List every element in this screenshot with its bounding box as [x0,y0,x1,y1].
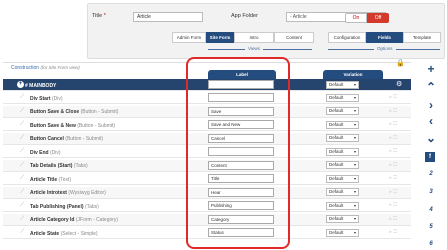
variation-select[interactable]: Default ▾ [326,215,359,223]
construction-title: Construction (for Site Form view) [11,65,80,71]
edit-icon[interactable]: ⟋ [20,162,24,169]
level-5-button[interactable]: 5 [426,224,436,230]
add-icon[interactable]: + [17,81,24,88]
chevron-down-icon: ▾ [353,189,356,194]
chevron-down-icon: ▾ [353,94,356,100]
tab-fields[interactable]: Fields [366,32,403,43]
edit-icon[interactable]: ⟋ [20,189,24,196]
edit-icon[interactable]: ⟋ [20,121,24,128]
chevron-left-icon[interactable]: ‹ [424,114,438,128]
drag-handle-icon[interactable]: ⫸ ☐ [389,94,397,100]
drag-handle-icon[interactable]: ⫸ ☐ [389,189,397,195]
drag-handle-icon[interactable]: ⫸ ☐ [389,108,397,114]
tab-admin-form[interactable]: Admin Form [172,32,206,43]
chevron-down-icon: ▾ [353,162,356,167]
plus-icon[interactable]: + [424,62,438,76]
drag-handle-icon[interactable]: ⫸ ☐ [389,121,397,127]
edit-icon[interactable]: ⟋ [20,175,24,182]
edit-icon[interactable]: ⟋ [20,216,24,223]
variation-select[interactable]: Default ▾ [326,107,359,115]
variation-select[interactable]: Default ▾ [326,174,359,183]
off-button[interactable]: Off [367,13,389,23]
chevron-down-icon: ▾ [353,108,356,113]
format-icon[interactable]: f [425,152,435,162]
row-name: Button Save & Close (Button - Submit) [30,109,119,115]
drag-handle-icon[interactable]: ⫸ ☐ [389,148,397,154]
lock-icon[interactable]: 🔒 [396,59,405,67]
row-name: Button Save & New (Button - Submit) [30,122,116,129]
chevron-down-icon[interactable]: ⌄ [424,131,438,145]
variation-column-header: Variation [323,70,383,79]
row-name: Article Introtext (Wysiwyg Editor) [30,190,106,196]
row-name: # MAINBODY [25,82,57,89]
chevron-down-icon: ▾ [353,229,356,235]
variation-select[interactable]: Default ▾ [326,161,359,169]
chevron-down-icon: ▾ [353,148,356,154]
variation-select[interactable]: Default ▾ [326,201,359,210]
variation-select[interactable]: Default ▾ [326,93,359,102]
chevron-down-icon: ▾ [353,202,356,208]
drag-handle-icon[interactable]: ⫸ ☐ [389,229,397,235]
edit-icon[interactable]: ⟋ [20,202,24,209]
variation-select[interactable]: Default ▾ [326,147,359,156]
chevron-up-icon[interactable]: ⌃ [424,80,438,94]
title-input[interactable]: Article [133,12,203,22]
title-label: Title * [92,13,106,19]
app-folder-label: App Folder [231,13,258,19]
chevron-right-icon[interactable]: › [424,98,438,112]
edit-icon[interactable]: ⟋ [20,148,24,155]
row-name: Div Start (Div) [30,95,63,102]
tab-site-form[interactable]: Site Form [206,32,234,43]
row-name: Article Title (Text) [30,176,72,183]
tab-configuration[interactable]: Configuration [328,32,366,43]
chevron-down-icon: ▾ [353,135,356,140]
row-name: Tab Details (Start) (Tabs) [30,163,88,169]
row-name: Tab Publishing (Panel) (Tabs) [30,203,99,210]
variation-select[interactable]: Default ▾ [326,80,359,89]
level-6-button[interactable]: 6 [426,241,436,247]
drag-handle-icon[interactable]: ⫸ ☐ [389,216,397,222]
row-name: Article Category Id (JForm - Category) [30,217,119,223]
tab-template[interactable]: Template [403,32,441,43]
edit-icon[interactable]: ⟋ [20,229,24,236]
level-3-button[interactable]: 3 [426,189,436,195]
drag-handle-icon[interactable]: ⫸ ☐ [389,175,397,181]
edit-icon[interactable]: ⟋ [20,94,24,101]
edit-icon[interactable]: ⟋ [20,108,24,115]
variation-select[interactable]: Default ▾ [326,120,359,129]
drag-handle-icon[interactable]: ⫸ ☐ [389,162,397,168]
gear-icon[interactable]: ⚙ [396,80,402,88]
chevron-down-icon: ▾ [353,216,356,221]
chevron-down-icon: ▾ [353,81,356,87]
variation-select[interactable]: Default ▾ [326,188,359,196]
row-name: Article State (Select - Simple) [30,230,98,237]
options-group-label: Options [374,46,396,51]
views-group-label: Views [245,46,263,51]
level-4-button[interactable]: 4 [426,207,436,213]
row-name: Div End (Div) [30,149,61,156]
form-settings-panel: Title * Article App Folder - Article ▾ O… [87,3,445,59]
tab-content[interactable]: Content [274,32,314,43]
chevron-down-icon: ▾ [353,121,356,127]
edit-icon[interactable]: ⟋ [20,135,24,142]
variation-select[interactable]: Default ▾ [326,228,359,237]
tab-intro[interactable]: Intro [234,32,274,43]
chevron-down-icon: ▾ [353,175,356,181]
label-column-highlight [186,57,290,249]
drag-handle-icon[interactable]: ⫸ ☐ [389,202,397,208]
variation-select[interactable]: Default ▾ [326,134,359,142]
on-button[interactable]: On [345,13,367,23]
level-2-button[interactable]: 2 [426,171,436,177]
drag-handle-icon[interactable]: ⫸ ☐ [389,135,397,141]
row-name: Button Cancel (Button - Submit) [30,136,104,142]
